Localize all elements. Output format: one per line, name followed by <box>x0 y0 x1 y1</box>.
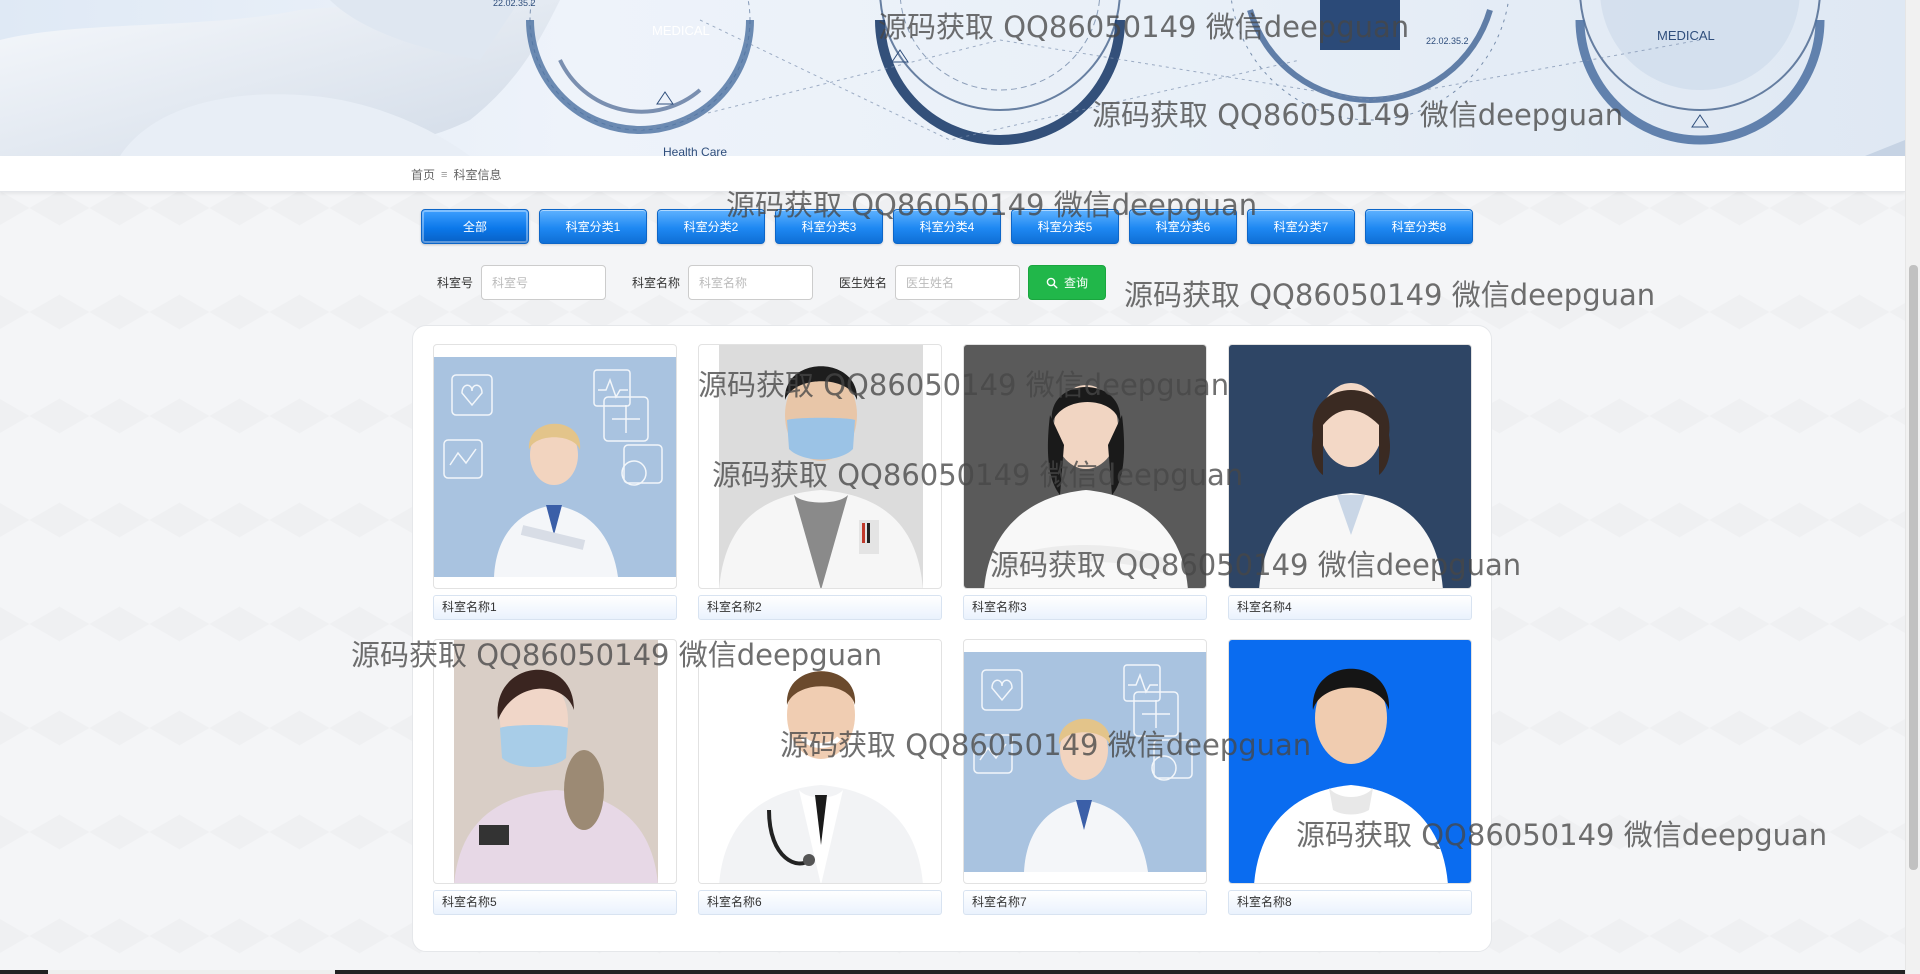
category-button-7[interactable]: 科室分类7 <box>1247 209 1355 244</box>
doctor-photo-2 <box>719 345 923 588</box>
search-form: 科室号 科室名称 医生姓名 查询 <box>437 265 1107 300</box>
department-list-panel: 科室名称1 科室名称2 科室名称3 科室名称4 科室名称5 科室名称6 科室名称… <box>412 325 1492 952</box>
department-name[interactable]: 科室名称3 <box>963 595 1207 620</box>
department-name[interactable]: 科室名称8 <box>1228 890 1472 915</box>
doctor-photo-3 <box>964 345 1206 588</box>
department-card[interactable]: 科室名称7 <box>963 639 1207 915</box>
department-name[interactable]: 科室名称5 <box>433 890 677 915</box>
banner-health-care-text: Health Care <box>663 145 727 156</box>
department-image[interactable] <box>1228 344 1472 589</box>
query-button[interactable]: 查询 <box>1028 265 1107 300</box>
doctor-photo-6 <box>699 640 941 883</box>
banner-medical-text-1: MEDICAL <box>652 23 710 38</box>
department-image[interactable] <box>963 639 1207 884</box>
doctor-name-input[interactable] <box>895 265 1021 300</box>
watermark-text: 源码获取 QQ86050149 微信deepguan <box>1124 278 1656 312</box>
banner-medical-text-2: MEDICAL <box>1657 28 1715 43</box>
scrollbar-thumb[interactable] <box>1909 265 1918 870</box>
category-all-button[interactable]: 全部 <box>421 209 529 244</box>
search-icon <box>1046 277 1058 289</box>
department-name[interactable]: 科室名称2 <box>698 595 942 620</box>
department-image[interactable] <box>698 639 942 884</box>
banner-time-text-2: 22.02.35.2 <box>1426 36 1469 46</box>
room-no-label: 科室号 <box>437 276 474 290</box>
department-image[interactable] <box>433 639 677 884</box>
department-image[interactable] <box>433 344 677 589</box>
department-name[interactable]: 科室名称6 <box>698 890 942 915</box>
department-image[interactable] <box>698 344 942 589</box>
doctor-name-label: 医生姓名 <box>839 276 888 290</box>
category-button-8[interactable]: 科室分类8 <box>1365 209 1473 244</box>
doctor-photo-5 <box>454 640 658 883</box>
room-name-label: 科室名称 <box>632 276 681 290</box>
department-image[interactable] <box>963 344 1207 589</box>
department-card[interactable]: 科室名称6 <box>698 639 942 915</box>
category-button-4[interactable]: 科室分类4 <box>893 209 1001 244</box>
department-card[interactable]: 科室名称2 <box>698 344 942 620</box>
department-name[interactable]: 科室名称7 <box>963 890 1207 915</box>
medical-banner-illustration: MEDICAL MEDICAL Health Care 22.02.35.2 2… <box>0 0 1905 156</box>
doctor-photo-4 <box>1229 345 1471 588</box>
header-banner: MEDICAL MEDICAL Health Care 22.02.35.2 2… <box>0 0 1905 156</box>
category-button-1[interactable]: 科室分类1 <box>539 209 647 244</box>
banner-time-text-1: 22.02.35.2 <box>493 0 536 8</box>
category-filter: 全部 科室分类1 科室分类2 科室分类3 科室分类4 科室分类5 科室分类6 科… <box>421 209 1473 244</box>
doctor-photo-1 <box>434 357 676 577</box>
department-card[interactable]: 科室名称4 <box>1228 344 1472 620</box>
department-card[interactable]: 科室名称3 <box>963 344 1207 620</box>
doctor-photo-7 <box>964 652 1206 872</box>
breadcrumb: 首页 ≡ 科室信息 <box>411 166 501 183</box>
category-button-2[interactable]: 科室分类2 <box>657 209 765 244</box>
breadcrumb-separator: ≡ <box>441 168 448 181</box>
department-card[interactable]: 科室名称8 <box>1228 639 1472 915</box>
room-name-input[interactable] <box>688 265 814 300</box>
department-name[interactable]: 科室名称1 <box>433 595 677 620</box>
department-name[interactable]: 科室名称4 <box>1228 595 1472 620</box>
room-no-input[interactable] <box>481 265 607 300</box>
page-scrollbar[interactable] <box>1905 0 1920 974</box>
department-card[interactable]: 科室名称5 <box>433 639 677 915</box>
category-button-6[interactable]: 科室分类6 <box>1129 209 1237 244</box>
breadcrumb-current: 科室信息 <box>453 168 502 182</box>
bottom-edge-segment <box>48 970 335 974</box>
category-button-5[interactable]: 科室分类5 <box>1011 209 1119 244</box>
breadcrumb-home-link[interactable]: 首页 <box>411 166 435 183</box>
category-button-3[interactable]: 科室分类3 <box>775 209 883 244</box>
query-button-label: 查询 <box>1064 276 1089 290</box>
doctor-photo-8 <box>1229 640 1471 883</box>
department-card[interactable]: 科室名称1 <box>433 344 677 620</box>
department-image[interactable] <box>1228 639 1472 884</box>
bottom-edge-bar <box>0 970 1905 974</box>
breadcrumb-bar: 首页 ≡ 科室信息 <box>0 156 1905 192</box>
